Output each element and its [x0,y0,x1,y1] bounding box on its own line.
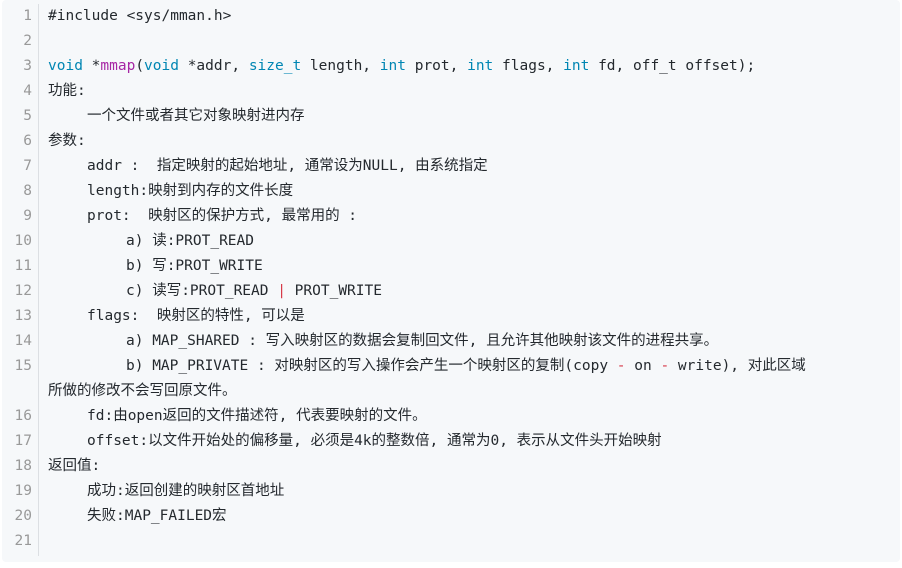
code-token: prot, [405,58,468,74]
code-token: PROT_WRITE [285,283,382,299]
line-number: 20 [14,508,32,524]
line-number: 8 [23,183,32,199]
line-number: 17 [14,433,32,449]
code-token: on [625,358,661,374]
function-name: mmap [100,58,136,74]
code-line-params-heading: 参数: [48,133,86,149]
code-line-prot-write: b) 写:PROT_WRITE [126,258,263,274]
line-number: 9 [23,208,32,224]
line-number: 10 [14,233,32,249]
line-number: 1 [23,8,32,24]
code-line-function-heading: 功能: [48,83,86,99]
code-line-param-addr: addr : 指定映射的起始地址, 通常设为NULL, 由系统指定 [87,158,488,174]
pipe-operator: | [277,283,286,299]
code-token: *addr, [178,58,249,74]
line-number-gutter: 1 2 3 4 5 6 7 8 9 10 11 12 13 14 15 16 1… [2,4,39,556]
code-line-param-flags: flags: 映射区的特性, 可以是 [87,308,305,324]
keyword-int: int [379,58,406,74]
keyword-int: int [563,58,590,74]
code-line-return-heading: 返回值: [48,458,101,474]
code-line-mmap-signature: void *mmap(void *addr, size_t length, in… [48,54,894,79]
keyword-int: int [467,58,494,74]
code-line-prot-read-write: c) 读写:PROT_READ | PROT_WRITE [48,279,894,304]
code-line-param-length: length:映射到内存的文件长度 [87,183,294,199]
minus-operator: - [660,358,670,374]
keyword-void: void [48,58,83,74]
code-line-prot-read: a) 读:PROT_READ [126,233,254,249]
code-line-map-private-first: b) MAP_PRIVATE : 对映射区的写入操作会产生一个映射区的复制(co… [48,354,894,379]
line-number: 13 [14,308,32,324]
line-number: 16 [14,408,32,424]
line-number: 15 [14,358,32,374]
line-number: 21 [14,533,32,549]
code-line-param-offset: offset:以文件开始处的偏移量, 必须是4k的整数倍, 通常为0, 表示从文… [87,433,662,449]
line-number: 7 [23,158,32,174]
code-line-map-shared: a) MAP_SHARED : 写入映射区的数据会复制回文件, 且允许其他映射该… [126,333,719,349]
keyword-void: void [144,58,179,74]
code-line-include: #include <sys/mman.h> [48,8,232,24]
code-line-param-prot: prot: 映射区的保护方式, 最常用的 : [87,208,358,224]
code-token: b) MAP_PRIVATE : 对映射区的写入操作会产生一个映射区的复制(co… [126,358,617,374]
code-line-param-fd: fd:由open返回的文件描述符, 代表要映射的文件。 [87,408,427,424]
line-number: 19 [14,483,32,499]
code-token: write), 对此区域 [669,358,806,374]
code-line-return-failure: 失败:MAP_FAILED宏 [87,508,227,524]
line-number: 6 [23,133,32,149]
keyword-size-t: size_t [248,58,302,74]
code-content: #include <sys/mman.h> void *mmap(void *a… [48,4,894,554]
code-line-function-desc: 一个文件或者其它对象映射进内存 [87,108,305,124]
code-line-map-private-wrap: 所做的修改不会写回原文件。 [48,383,237,399]
code-token: flags, [493,58,564,74]
line-number: 4 [23,83,32,99]
code-token: * [82,58,101,74]
code-token: fd, off_t offset); [589,58,756,74]
line-number: 11 [14,258,32,274]
line-number: 18 [14,458,32,474]
code-line-return-success: 成功:返回创建的映射区首地址 [87,483,285,499]
code-line-map-private: b) MAP_PRIVATE : 对映射区的写入操作会产生一个映射区的复制(co… [48,354,894,404]
code-token: c) 读写:PROT_READ [126,283,278,299]
line-number: 3 [23,58,32,74]
line-number: 14 [14,333,32,349]
code-block: 1 2 3 4 5 6 7 8 9 10 11 12 13 14 15 16 1… [2,0,900,562]
line-number: 5 [23,108,32,124]
code-token: length, [301,58,380,74]
code-token: ( [135,58,145,74]
line-number: 2 [23,33,32,49]
minus-operator: - [616,358,626,374]
line-number: 12 [14,283,32,299]
